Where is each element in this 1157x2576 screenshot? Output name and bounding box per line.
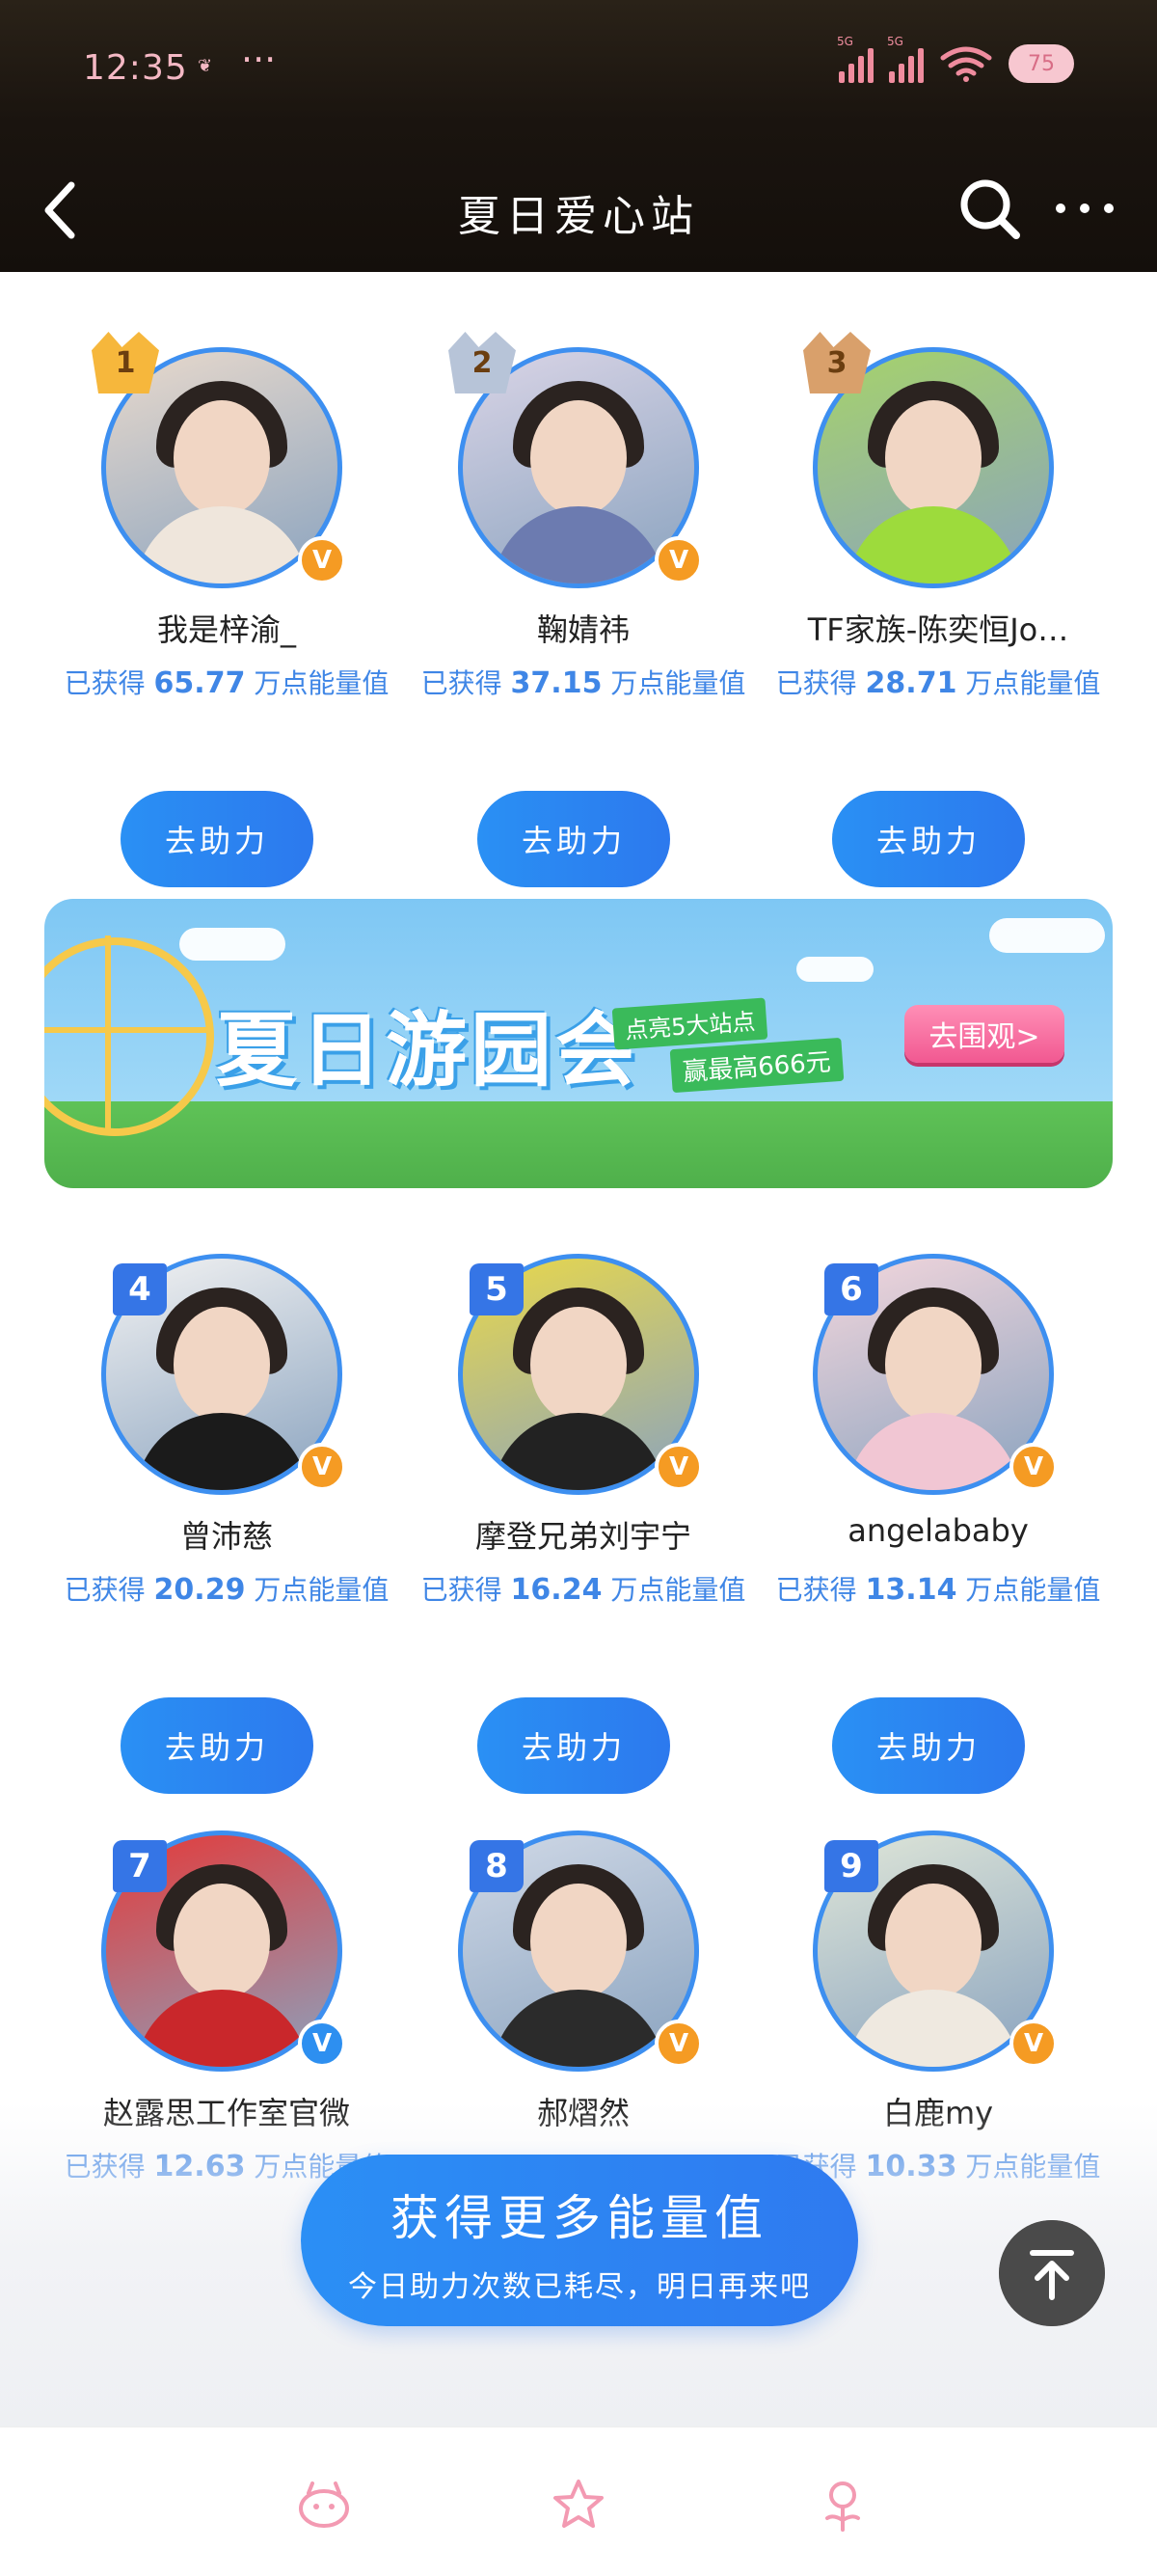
help-button[interactable]: 去助力 — [832, 1697, 1025, 1794]
cta-title: 获得更多能量值 — [390, 2190, 768, 2246]
flower-nav-icon[interactable] — [814, 2476, 872, 2534]
status-bar: 12:35 ❦ ··· 5G 5G 75 — [0, 35, 1157, 96]
verified-badge-icon: V — [655, 536, 703, 584]
user-name: 鞠婧祎 — [536, 611, 630, 648]
rank-number: 9 — [824, 1840, 878, 1892]
cta-subtitle: 今日助力次数已耗尽，明日再来吧 — [348, 2270, 811, 2304]
avatar[interactable]: V2 — [448, 332, 703, 588]
user-name: 摩登兄弟刘宇宁 — [474, 1518, 691, 1555]
ranking-card: V 5 摩登兄弟刘宇宁 已获得 16.24 万点能量值 去助力 — [405, 1254, 762, 1794]
user-name: 我是梓渝_ — [156, 611, 296, 648]
search-icon[interactable] — [955, 174, 1024, 243]
avatar[interactable]: V9 — [813, 1830, 1058, 2072]
verified-badge-icon: V — [298, 1443, 346, 1491]
status-right: 5G 5G 75 — [837, 35, 1074, 83]
scroll-top-button[interactable] — [999, 2220, 1105, 2326]
energy-value: 已获得 28.71 万点能量值 — [775, 666, 1101, 700]
bottom-navigation — [0, 2427, 1157, 2576]
crown-rank-icon: 2 — [448, 332, 516, 393]
banner-title: 夏日游园会 — [216, 1003, 641, 1098]
ranking-card: 3 TF家族-陈奕恒Jo… 已获得 28.71 万点能量值去助力 — [760, 332, 1117, 887]
help-button[interactable]: 去助力 — [832, 791, 1025, 887]
avatar[interactable]: V7 — [101, 1830, 346, 2072]
help-button[interactable]: 去助力 — [121, 1697, 313, 1794]
ferris-wheel-icon — [44, 935, 214, 1136]
page-header: 夏日爱心站 — [0, 164, 1157, 272]
verified-badge-icon: V — [298, 2020, 346, 2068]
battery-indicator: 75 — [1009, 44, 1074, 83]
avatar[interactable]: V1 — [92, 332, 346, 588]
avatar[interactable]: 3 — [803, 332, 1054, 588]
get-more-energy-button[interactable]: 获得更多能量值 今日助力次数已耗尽，明日再来吧 — [301, 2155, 858, 2326]
notification-icon: ❦ — [198, 56, 213, 76]
more-options-icon[interactable] — [1051, 181, 1118, 235]
wifi-icon — [940, 46, 992, 82]
user-name: angelababy — [848, 1512, 1029, 1549]
help-button[interactable]: 去助力 — [121, 791, 313, 887]
ranking-card: V 2 鞠婧祎 已获得 37.15 万点能量值 去助力 — [405, 332, 762, 887]
rank-number: 8 — [470, 1840, 524, 1892]
energy-value: 已获得 65.77 万点能量值 — [64, 666, 390, 700]
status-time: 12:35 — [83, 48, 188, 88]
user-name: TF家族-陈奕恒Jo… — [807, 611, 1069, 648]
rank-number: 6 — [824, 1263, 878, 1315]
user-name: 曾沛慈 — [179, 1518, 273, 1555]
crown-rank-icon: 1 — [92, 332, 159, 393]
help-button[interactable]: 去助力 — [477, 1697, 670, 1794]
rank-number: 5 — [470, 1263, 524, 1315]
verified-badge-icon: V — [655, 2020, 703, 2068]
rank-number: 4 — [113, 1263, 167, 1315]
avatar[interactable]: V4 — [101, 1254, 346, 1495]
verified-badge-icon: V — [298, 536, 346, 584]
signal-icon-2: 5G — [887, 35, 924, 83]
status-dots: ··· — [241, 39, 277, 81]
top-bar: 12:35 ❦ ··· 5G 5G 75 夏日爱心站 — [0, 0, 1157, 272]
ranking-card: V 4 曾沛慈 已获得 20.29 万点能量值 去助力 — [48, 1254, 405, 1794]
energy-value: 已获得 16.24 万点能量值 — [420, 1573, 746, 1607]
energy-value: 已获得 37.15 万点能量值 — [420, 666, 746, 700]
summer-fair-banner[interactable]: 夏日游园会 点亮5大站点 赢最高666元 去围观> — [44, 899, 1113, 1188]
signal-icon: 5G — [837, 35, 874, 83]
avatar[interactable]: V6 — [813, 1254, 1058, 1495]
avatar[interactable]: V8 — [458, 1830, 703, 2072]
verified-badge-icon: V — [655, 1443, 703, 1491]
avatar[interactable]: V5 — [458, 1254, 703, 1495]
pet-nav-icon[interactable] — [295, 2476, 353, 2534]
energy-value: 已获得 13.14 万点能量值 — [775, 1573, 1101, 1607]
help-button[interactable]: 去助力 — [477, 791, 670, 887]
banner-go-button[interactable]: 去围观> — [904, 1005, 1064, 1063]
ranking-card: V 6 angelababy 已获得 13.14 万点能量值 去助力 — [760, 1254, 1117, 1794]
verified-badge-icon: V — [1009, 1443, 1058, 1491]
crown-rank-icon: 3 — [803, 332, 871, 393]
banner-tag-2: 赢最高666元 — [669, 1037, 844, 1094]
rank-number: 7 — [113, 1840, 167, 1892]
energy-value: 已获得 20.29 万点能量值 — [64, 1573, 390, 1607]
verified-badge-icon: V — [1009, 2020, 1058, 2068]
star-nav-icon[interactable] — [550, 2476, 607, 2534]
ranking-card: V 1 我是梓渝_ 已获得 65.77 万点能量值 去助力 — [48, 332, 405, 887]
